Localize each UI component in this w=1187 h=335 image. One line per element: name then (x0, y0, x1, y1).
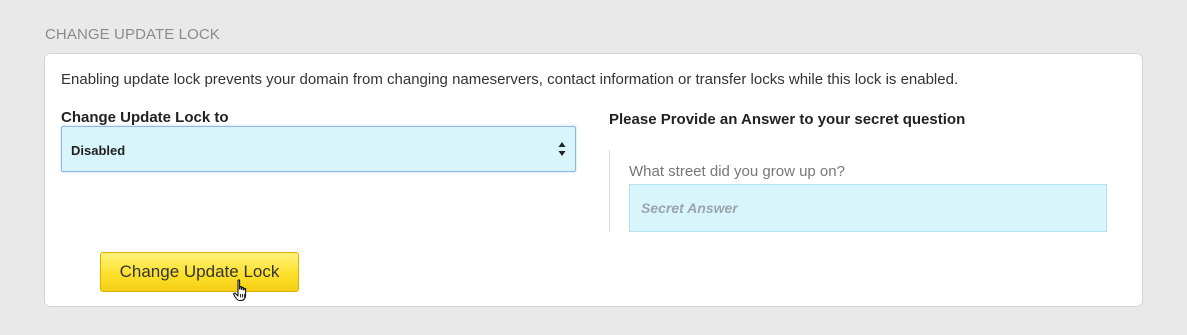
section-title: CHANGE UPDATE LOCK (45, 26, 220, 43)
update-lock-select[interactable]: Disabled (61, 126, 576, 172)
secret-question-text: What street did you grow up on? (629, 163, 845, 180)
update-lock-panel: Enabling update lock prevents your domai… (44, 53, 1143, 307)
secret-question-group: What street did you grow up on? (609, 150, 1110, 232)
update-lock-label: Change Update Lock to (61, 109, 229, 126)
update-lock-selected-value: Disabled (71, 143, 126, 158)
secret-answer-label: Please Provide an Answer to your secret … (609, 111, 966, 128)
select-arrows-icon (558, 142, 566, 156)
change-update-lock-button[interactable]: Change Update Lock (100, 252, 299, 292)
panel-description: Enabling update lock prevents your domai… (61, 71, 959, 88)
secret-answer-input[interactable] (629, 184, 1107, 232)
